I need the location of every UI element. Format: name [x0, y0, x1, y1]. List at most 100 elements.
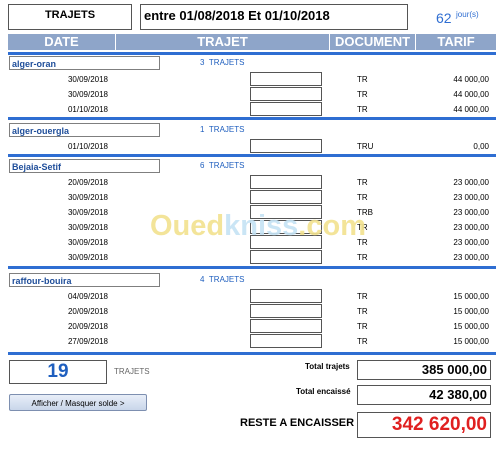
row-document: TR [357, 253, 368, 262]
row-document: TR [357, 292, 368, 301]
group-count-label: TRAJETS [208, 125, 245, 134]
row-date: 30/09/2018 [67, 223, 108, 232]
trajet-field[interactable] [250, 190, 322, 204]
total-count: 19 [9, 360, 107, 384]
row-date: 01/10/2018 [67, 142, 108, 151]
row-price: 44 000,00 [453, 105, 489, 114]
days-value: 62 [436, 10, 452, 26]
days-unit: jour(s) [456, 10, 479, 19]
group-name: Bejaia-Setif [9, 159, 160, 173]
row-date: 20/09/2018 [67, 322, 108, 331]
col-document: DOCUMENT [330, 34, 416, 50]
group-name: alger-oran [9, 56, 160, 70]
trajet-field[interactable] [250, 102, 322, 116]
reste-label: RESTE A ENCAISSER [240, 417, 355, 429]
group-count-value: 1 [200, 125, 205, 134]
table-row[interactable]: 20/09/2018 TR 15 000,00 [0, 303, 500, 319]
group-count: 1 TRAJETS [200, 125, 244, 134]
row-document: TR [357, 337, 368, 346]
col-tarif: TARIF [437, 34, 475, 49]
row-price: 15 000,00 [453, 337, 489, 346]
period-box: entre 01/08/2018 Et 01/10/2018 [140, 4, 408, 30]
row-document: TR [357, 307, 368, 316]
row-document: TR [357, 178, 368, 187]
trajet-field[interactable] [250, 304, 322, 318]
trajet-field[interactable] [250, 319, 322, 333]
row-date: 30/09/2018 [67, 238, 108, 247]
row-date: 20/09/2018 [67, 178, 108, 187]
trajet-field[interactable] [250, 87, 322, 101]
group-count-value: 4 [200, 275, 205, 284]
column-header: DATE TRAJET DOCUMENT TARIF [8, 34, 496, 50]
row-date: 30/09/2018 [67, 90, 108, 99]
group-count: 3 TRAJETS [200, 58, 244, 67]
row-date: 04/09/2018 [67, 292, 108, 301]
table-row[interactable]: 30/09/2018 TR 23 000,00 [0, 249, 500, 265]
group-count: 6 TRAJETS [200, 161, 244, 170]
group-count-value: 3 [200, 58, 205, 67]
row-price: 15 000,00 [453, 292, 489, 301]
row-date: 27/09/2018 [67, 337, 108, 346]
col-trajet: TRAJET [116, 34, 330, 50]
row-document: TR [357, 105, 368, 114]
days-counter: 62 jour(s) [436, 10, 479, 28]
row-price: 44 000,00 [453, 90, 489, 99]
trajet-field[interactable] [250, 72, 322, 86]
row-date: 30/09/2018 [67, 75, 108, 84]
row-date: 30/09/2018 [67, 253, 108, 262]
table-row[interactable]: 01/10/2018 TRU 0,00 [0, 138, 500, 154]
watermark-logo: Ouedkniss.com [150, 210, 366, 242]
table-row[interactable]: 01/10/2018 TR 44 000,00 [0, 101, 500, 117]
row-document: TR [357, 193, 368, 202]
row-price: 23 000,00 [453, 238, 489, 247]
row-price: 15 000,00 [453, 307, 489, 316]
row-price: 44 000,00 [453, 75, 489, 84]
group-count-label: TRAJETS [208, 161, 245, 170]
table-row[interactable]: 27/09/2018 TR 15 000,00 [0, 333, 500, 349]
table-row[interactable]: 04/09/2018 TR 15 000,00 [0, 288, 500, 304]
total-trajets-value: 385 000,00 [357, 360, 491, 380]
trajet-field[interactable] [250, 289, 322, 303]
row-date: 30/09/2018 [67, 208, 108, 217]
reste-value: 342 620,00 [357, 412, 491, 438]
total-encaisse-value: 42 380,00 [357, 385, 491, 405]
total-count-label: TRAJETS [114, 367, 150, 376]
table-row[interactable]: 30/09/2018 TR 44 000,00 [0, 86, 500, 102]
group-count-label: TRAJETS [208, 275, 245, 284]
row-date: 20/09/2018 [67, 307, 108, 316]
group-separator [8, 154, 496, 157]
row-date: 30/09/2018 [67, 193, 108, 202]
trajet-field[interactable] [250, 139, 322, 153]
table-row[interactable]: 20/09/2018 TR 23 000,00 [0, 174, 500, 190]
title-box: TRAJETS [8, 4, 132, 30]
trajet-field[interactable] [250, 334, 322, 348]
row-document: TR [357, 75, 368, 84]
table-row[interactable]: 30/09/2018 TR 44 000,00 [0, 71, 500, 87]
row-price: 23 000,00 [453, 253, 489, 262]
row-document: TR [357, 322, 368, 331]
toggle-solde-button[interactable]: Afficher / Masquer solde > [9, 394, 147, 411]
row-price: 0,00 [473, 142, 489, 151]
group-name: alger-ouergla [9, 123, 160, 137]
total-trajets-label: Total trajets [305, 362, 350, 371]
row-price: 23 000,00 [453, 178, 489, 187]
trajet-field[interactable] [250, 175, 322, 189]
row-date: 01/10/2018 [67, 105, 108, 114]
row-document: TR [357, 90, 368, 99]
group-separator [8, 117, 496, 120]
table-row[interactable]: 30/09/2018 TR 23 000,00 [0, 189, 500, 205]
trajet-field[interactable] [250, 250, 322, 264]
row-price: 23 000,00 [453, 193, 489, 202]
group-count: 4 TRAJETS [200, 275, 244, 284]
table-row[interactable]: 20/09/2018 TR 15 000,00 [0, 318, 500, 334]
group-name: raffour-bouira [9, 273, 160, 287]
row-price: 23 000,00 [453, 223, 489, 232]
footer-separator [8, 352, 496, 355]
row-price: 15 000,00 [453, 322, 489, 331]
group-count-value: 6 [200, 161, 205, 170]
group-count-label: TRAJETS [208, 58, 245, 67]
total-encaisse-label: Total encaissé [296, 387, 351, 396]
row-document: TRU [357, 142, 374, 151]
group-separator [8, 266, 496, 269]
group-separator [8, 52, 496, 55]
